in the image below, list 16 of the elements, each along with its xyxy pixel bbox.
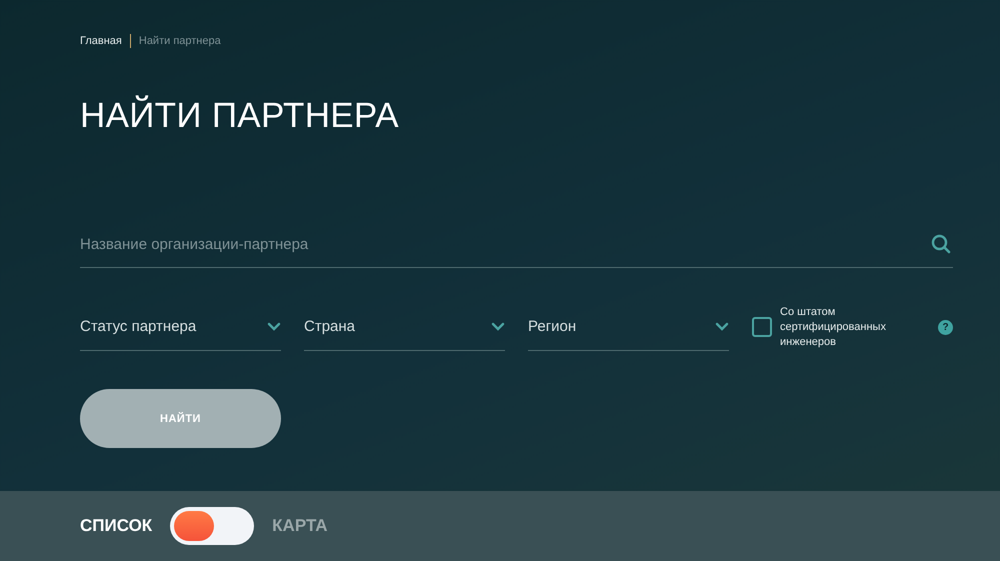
chevron-icon bbox=[715, 322, 729, 330]
filter-dropdown[interactable]: Регион bbox=[528, 302, 729, 351]
checkbox-label: Со штатом сертифицированных инженеров bbox=[780, 304, 887, 350]
view-label[interactable]: СПИСОК bbox=[80, 516, 152, 536]
filter-dropdown[interactable]: Страна bbox=[304, 302, 505, 351]
chevron-icon bbox=[491, 322, 505, 330]
view-toggle[interactable] bbox=[170, 507, 254, 545]
search-icon[interactable] bbox=[931, 234, 951, 254]
chevron-icon bbox=[267, 322, 281, 330]
help-icon[interactable]: ? bbox=[938, 320, 953, 334]
breadcrumb-link[interactable]: Главная bbox=[80, 35, 122, 47]
page-title: НАЙТИ ПАРТНЕРА bbox=[80, 96, 400, 136]
filter-dropdown[interactable]: Статус партнера bbox=[80, 302, 281, 351]
search-field[interactable]: Название организации-партнера bbox=[80, 222, 953, 268]
breadcrumb-link[interactable]: Найти партнера bbox=[138, 35, 221, 47]
checkbox[interactable] bbox=[752, 317, 772, 337]
